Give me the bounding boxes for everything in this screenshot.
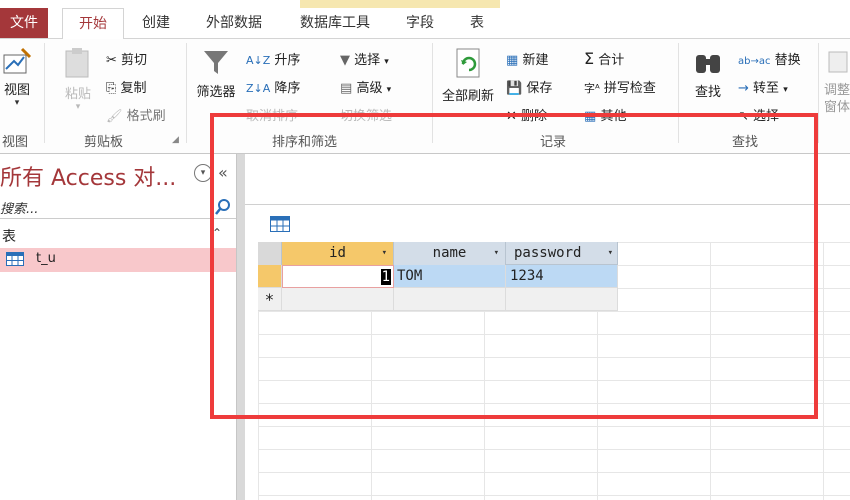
size-window-label-2: 窗体	[823, 100, 850, 115]
new-record-button[interactable]: ▦ 新建	[506, 49, 548, 68]
size-to-fit-button[interactable]: 调整 窗体	[822, 49, 850, 115]
window-size-icon	[828, 51, 848, 73]
selection-filter-icon: ▼	[340, 53, 350, 68]
tab-external-data[interactable]: 外部数据	[203, 8, 265, 38]
scissors-icon: ✂	[106, 53, 117, 68]
goto-dropdown-icon: ▾	[783, 85, 788, 95]
sigma-icon: Σ	[584, 49, 595, 68]
tab-create[interactable]: 创建	[140, 8, 172, 38]
goto-button[interactable]: → 转至 ▾	[738, 77, 788, 96]
filter-button[interactable]: 筛选器	[193, 47, 239, 100]
asc-label: 升序	[274, 53, 301, 68]
tab-file[interactable]: 文件	[0, 8, 48, 38]
group-label-clipboard: 剪贴板	[84, 135, 124, 150]
save-record-button[interactable]: 💾 保存	[506, 77, 552, 96]
refresh-icon	[456, 48, 480, 78]
copy-button[interactable]: ⎘ 复制	[106, 77, 147, 96]
paste-dropdown-icon: ▾	[75, 102, 81, 112]
nav-search-box[interactable]: 搜索...	[0, 196, 236, 219]
paste-icon	[65, 48, 89, 78]
copy-label: 复制	[120, 81, 147, 96]
view-dropdown-icon: ▾	[14, 98, 20, 108]
totals-label: 合计	[598, 53, 625, 68]
copy-icon: ⎘	[106, 81, 117, 96]
arrow-right-icon: →	[738, 81, 749, 96]
view-button[interactable]: 视图 ▾	[0, 45, 34, 108]
sort-asc-icon: A↓Z	[246, 54, 271, 67]
tab-home[interactable]: 开始	[62, 8, 124, 39]
separator	[186, 43, 187, 143]
highlight-annotation-box	[210, 113, 818, 419]
separator	[818, 43, 819, 143]
new-label: 新建	[522, 53, 549, 68]
view-label: 视图	[3, 83, 30, 98]
advanced-dropdown-icon: ▾	[386, 85, 392, 95]
save-label: 保存	[526, 81, 553, 96]
tab-table[interactable]: 表	[467, 8, 487, 38]
tab-database-tools[interactable]: 数据库工具	[296, 8, 374, 38]
advanced-label: 高级	[356, 81, 383, 96]
spelling-label: 拼写检查	[603, 81, 656, 96]
paste-label: 粘贴	[64, 87, 91, 102]
group-label-view: 视图	[2, 135, 29, 150]
cut-label: 剪切	[121, 53, 148, 68]
refresh-all-label: 全部刷新	[441, 89, 494, 104]
cut-button[interactable]: ✂ 剪切	[106, 49, 147, 68]
sort-ascending-button[interactable]: A↓Z 升序	[246, 49, 300, 68]
find-button[interactable]: 查找	[690, 47, 726, 100]
replace-icon: ab→ac	[738, 56, 771, 67]
binoculars-icon	[696, 55, 720, 73]
totals-button[interactable]: Σ 合计	[584, 49, 624, 68]
nav-search-input[interactable]: 搜索...	[0, 198, 38, 217]
selection-button[interactable]: ▼ 选择 ▾	[340, 49, 389, 68]
context-tab-band	[300, 0, 500, 8]
spelling-icon: 字ᴬ	[584, 82, 600, 95]
paste-button[interactable]: 粘贴 ▾	[58, 47, 98, 112]
save-icon: 💾	[506, 81, 523, 96]
filter-label: 筛选器	[196, 85, 236, 100]
selection-dropdown-icon: ▾	[384, 57, 389, 67]
nav-pane-title[interactable]: 所有 Access 对...	[0, 160, 176, 192]
nav-section-header[interactable]: 表	[2, 226, 16, 246]
nav-item-label: t_u	[36, 251, 56, 266]
desc-label: 降序	[274, 81, 301, 96]
clipboard-launcher-icon[interactable]: ◢	[172, 135, 179, 145]
find-label: 查找	[694, 85, 721, 100]
format-painter-button[interactable]: 🖌 格式刷	[106, 105, 166, 124]
replace-button[interactable]: ab→ac 替换	[738, 49, 801, 68]
separator	[44, 43, 45, 143]
funnel-icon	[204, 51, 228, 74]
sort-desc-icon: Z↓A	[246, 82, 271, 95]
tab-fields[interactable]: 字段	[404, 8, 436, 38]
advanced-filter-button[interactable]: ▤ 高级 ▾	[340, 77, 391, 96]
new-record-icon: ▦	[506, 53, 519, 68]
goto-label: 转至	[753, 81, 780, 96]
sort-descending-button[interactable]: Z↓A 降序	[246, 77, 300, 96]
table-icon	[6, 252, 24, 266]
selection-label: 选择	[354, 53, 381, 68]
brush-icon: 🖌	[106, 109, 123, 124]
refresh-all-button[interactable]: 全部刷新	[438, 47, 498, 104]
nav-item-table[interactable]: t_u	[0, 248, 236, 272]
spelling-button[interactable]: 字ᴬ 拼写检查	[584, 77, 656, 96]
format-painter-label: 格式刷	[126, 109, 166, 124]
view-icon	[3, 47, 32, 74]
advanced-filter-icon: ▤	[340, 81, 353, 96]
replace-label: 替换	[774, 53, 801, 68]
